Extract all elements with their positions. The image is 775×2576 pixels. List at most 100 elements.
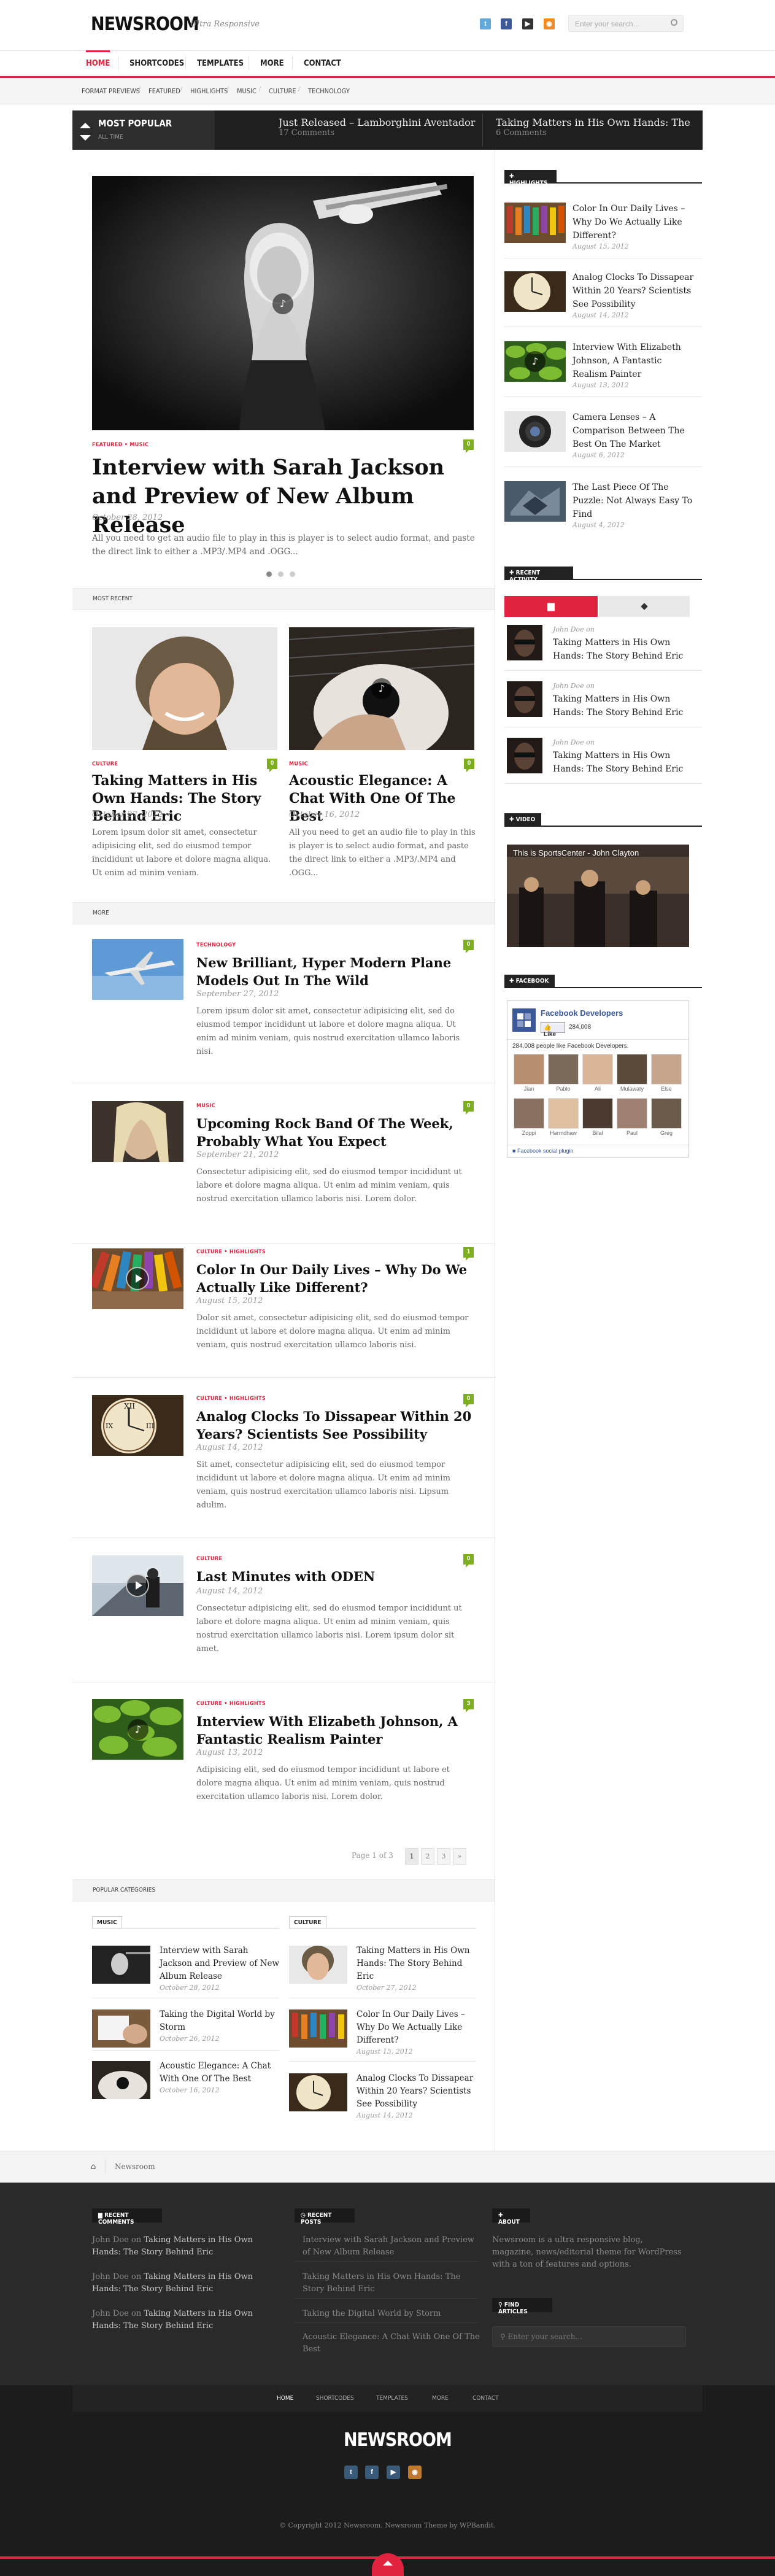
page-1[interactable]: 1 <box>405 1848 418 1865</box>
page-2[interactable]: 2 <box>421 1848 434 1865</box>
search-icon[interactable] <box>671 19 677 26</box>
facebook-fan[interactable]: Greg <box>651 1098 682 1139</box>
comment-count-badge[interactable]: 1 <box>463 1247 474 1261</box>
comment-count-badge[interactable]: 0 <box>463 1554 474 1568</box>
subnav-featured[interactable]: FEATURED <box>148 87 180 95</box>
post-category[interactable]: TECHNOLOGY <box>196 942 236 948</box>
facebook-fan[interactable]: Ali <box>582 1054 613 1094</box>
highlight-title[interactable]: Camera Lenses – A Comparison Between The… <box>573 411 698 451</box>
list-thumbnail[interactable] <box>92 1946 150 1984</box>
tab-comments[interactable]: ▆ <box>504 596 598 617</box>
slider-dot[interactable] <box>266 571 272 577</box>
video-player[interactable]: This is SportsCenter - John Clayton <box>507 845 689 947</box>
tab-tags[interactable]: ◆ <box>599 596 690 617</box>
category-heading-culture[interactable]: CULTURE <box>289 1916 326 1928</box>
facebook-fan[interactable]: Mulawaty <box>617 1054 647 1094</box>
footer-post-link[interactable]: Taking the Digital World by Storm <box>303 2308 480 2320</box>
footer-search-input[interactable]: ⚲ Enter your search... <box>492 2326 686 2347</box>
highlight-title[interactable]: Interview With Elizabeth Johnson, A Fant… <box>573 341 698 381</box>
list-thumbnail[interactable] <box>289 2073 347 2111</box>
comment-count-badge[interactable]: 0 <box>463 1394 474 1407</box>
post-title[interactable]: Interview With Elizabeth Johnson, A Fant… <box>196 1712 479 1748</box>
list-item-title[interactable]: Interview with Sarah Jackson and Preview… <box>160 1944 282 1983</box>
facebook-fan[interactable]: Harmdhaw <box>548 1098 579 1139</box>
facebook-fan[interactable]: Zoppi <box>514 1098 544 1139</box>
audio-icon[interactable]: ♪ <box>371 678 392 699</box>
footer-nav-more[interactable]: MORE <box>432 2395 449 2402</box>
facebook-fan-avatar[interactable] <box>582 1098 613 1129</box>
youtube-icon[interactable]: ▶ <box>522 18 533 29</box>
post-category[interactable]: CULTURE • HIGHLIGHTS <box>196 1396 266 1402</box>
post-category[interactable]: MUSIC <box>196 1103 215 1109</box>
post-thumbnail[interactable]: ♪ <box>289 627 474 750</box>
facebook-fan[interactable]: Jian <box>514 1054 544 1094</box>
featured-title[interactable]: Interview with Sarah Jackson and Preview… <box>92 453 479 540</box>
list-item-title[interactable]: Taking the Digital World by Storm <box>160 2008 282 2034</box>
post-thumbnail[interactable]: ♪ <box>92 1699 183 1760</box>
rss-icon[interactable]: ◉ <box>544 18 555 29</box>
subnav-music[interactable]: MUSIC <box>237 87 256 95</box>
nav-more[interactable]: MORE <box>260 50 284 76</box>
post-thumbnail[interactable] <box>92 1101 183 1162</box>
slider-pagination[interactable] <box>266 568 301 579</box>
post-thumbnail[interactable] <box>92 1555 183 1616</box>
list-item-title[interactable]: Color In Our Daily Lives – Why Do We Act… <box>357 2008 479 2047</box>
post-title[interactable]: Upcoming Rock Band Of The Week, Probably… <box>196 1115 479 1150</box>
post-thumbnail[interactable]: XII III IX <box>92 1395 183 1456</box>
highlight-title[interactable]: Color In Our Daily Lives – Why Do We Act… <box>573 202 698 242</box>
audio-icon[interactable]: ♪ <box>525 351 546 372</box>
comment-count-badge[interactable]: 0 <box>463 1101 474 1115</box>
footer-comment[interactable]: John Doe on Taking Matters in His Own Ha… <box>92 2271 276 2296</box>
youtube-icon[interactable]: ▶ <box>387 2466 400 2479</box>
subnav-highlights[interactable]: HIGHLIGHTS <box>190 87 228 95</box>
facebook-fan-avatar[interactable] <box>514 1098 544 1129</box>
footer-nav-shortcodes[interactable]: SHORTCODES <box>316 2395 354 2402</box>
highlight-thumbnail[interactable] <box>504 203 566 243</box>
comment-count-badge[interactable]: 0 <box>267 759 277 772</box>
footer-comment[interactable]: John Doe on Taking Matters in His Own Ha… <box>92 2308 276 2332</box>
facebook-fan[interactable]: Else <box>651 1054 682 1094</box>
nav-shortcodes[interactable]: SHORTCODES <box>129 50 184 76</box>
comment-count-badge[interactable]: 0 <box>464 759 474 772</box>
post-title[interactable]: New Brilliant, Hyper Modern Plane Models… <box>196 954 479 989</box>
list-item-title[interactable]: Taking Matters in His Own Hands: The Sto… <box>357 1944 479 1983</box>
facebook-page-icon[interactable] <box>512 1008 536 1032</box>
arrow-up-icon[interactable] <box>383 2561 393 2566</box>
page-3[interactable]: 3 <box>437 1848 450 1865</box>
facebook-fan-avatar[interactable] <box>651 1054 682 1085</box>
comment-count-badge[interactable]: 3 <box>463 1699 474 1712</box>
facebook-fan-avatar[interactable] <box>548 1054 579 1085</box>
facebook-fan[interactable]: Pablo <box>548 1054 579 1094</box>
avatar[interactable] <box>507 625 542 660</box>
featured-category[interactable]: FEATURED • MUSIC <box>92 442 148 448</box>
popular-item[interactable]: Just Released – Lamborghini Aventador 17… <box>279 117 481 137</box>
subnav-culture[interactable]: CULTURE <box>269 87 296 95</box>
highlight-thumbnail[interactable] <box>504 411 566 452</box>
subnav-format-previews[interactable]: FORMAT PREVIEWS <box>82 87 140 95</box>
footer-post-link[interactable]: Interview with Sarah Jackson and Preview… <box>303 2234 480 2259</box>
highlight-thumbnail[interactable] <box>504 481 566 522</box>
list-thumbnail[interactable] <box>92 2009 150 2048</box>
facebook-like-button[interactable]: 👍Like <box>541 1022 565 1038</box>
footer-logo[interactable]: NEWSROOM <box>344 2429 452 2451</box>
post-category[interactable]: CULTURE <box>196 1556 222 1562</box>
facebook-fan-avatar[interactable] <box>617 1054 647 1085</box>
play-icon[interactable] <box>126 1267 149 1290</box>
post-thumbnail[interactable] <box>92 939 183 1000</box>
nav-contact[interactable]: CONTACT <box>304 50 341 76</box>
footer-post-link[interactable]: Taking Matters in His Own Hands: The Sto… <box>303 2271 480 2296</box>
facebook-fan-avatar[interactable] <box>514 1054 544 1085</box>
rss-icon[interactable]: ◉ <box>408 2466 422 2479</box>
slider-dot[interactable] <box>278 571 283 577</box>
footer-comment[interactable]: John Doe on Taking Matters in His Own Ha… <box>92 2234 276 2259</box>
page-next[interactable]: » <box>453 1848 466 1865</box>
activity-title[interactable]: Taking Matters in His Own Hands: The Sto… <box>553 749 688 776</box>
activity-title[interactable]: Taking Matters in His Own Hands: The Sto… <box>553 692 688 719</box>
facebook-fan[interactable]: Paul <box>617 1098 647 1139</box>
twitter-icon[interactable]: t <box>480 18 491 29</box>
footer-nav-contact[interactable]: CONTACT <box>472 2395 499 2402</box>
post-title[interactable]: Last Minutes with ODEN <box>196 1568 479 1585</box>
facebook-fan-avatar[interactable] <box>651 1098 682 1129</box>
avatar[interactable] <box>507 681 542 717</box>
post-title[interactable]: Analog Clocks To Dissapear Within 20 Yea… <box>196 1407 479 1443</box>
